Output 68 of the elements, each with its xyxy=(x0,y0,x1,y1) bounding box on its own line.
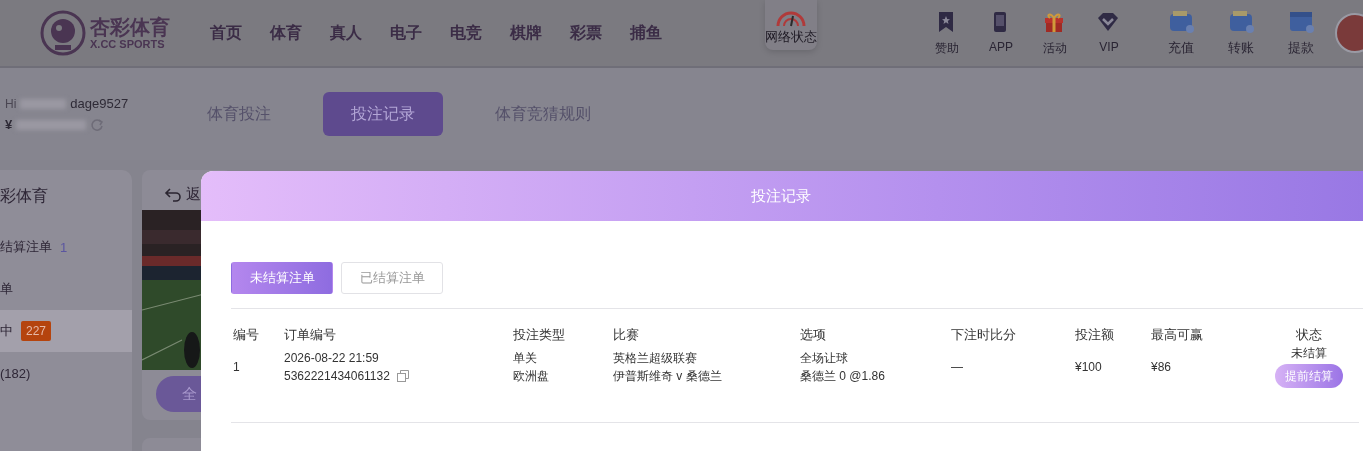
filter-tab[interactable]: 已结算注单 xyxy=(341,262,443,294)
table-cell-text: — xyxy=(951,360,964,374)
avatar-icon[interactable] xyxy=(1335,13,1363,53)
network-status-button[interactable]: 网络状态 xyxy=(765,0,817,50)
table-cell: 桑德兰 0 @1.86 xyxy=(800,369,885,383)
item-label: 单 xyxy=(0,280,13,298)
header-action[interactable]: 赞助 xyxy=(927,9,967,57)
column-header: 投注额 xyxy=(1074,326,1115,344)
nav-link[interactable]: 真人 xyxy=(330,22,362,44)
back-icon xyxy=(164,186,182,202)
wallet-icon xyxy=(1168,9,1194,33)
header-action[interactable]: 活动 xyxy=(1035,9,1075,57)
currency-symbol: ¥ xyxy=(5,117,13,132)
copy-icon xyxy=(395,369,410,383)
sidebar-item[interactable]: (182) xyxy=(0,352,132,394)
count-badge: 227 xyxy=(21,321,52,341)
table-cell-text: 2026-08-22 21:59 xyxy=(284,351,380,365)
column-header: 下注时比分 xyxy=(950,326,1017,344)
table-cell-text: 单关 xyxy=(513,351,538,365)
filter-tab[interactable]: 未结算注单 xyxy=(231,262,333,294)
item-label: 中 xyxy=(0,322,13,340)
column-header: 最高可赢 xyxy=(1150,326,1204,344)
nav-link[interactable]: 电竞 xyxy=(450,22,482,44)
table-cell-text: 英格兰超级联赛 xyxy=(613,351,698,365)
nav-link[interactable]: 捕鱼 xyxy=(630,22,662,44)
table-cell-text: ¥100 xyxy=(1075,360,1103,374)
column-header: 投注类型 xyxy=(512,326,566,344)
header-action[interactable]: 提款 xyxy=(1281,9,1321,57)
table-cell-text: ¥86 xyxy=(1151,360,1173,374)
item-label: (182) xyxy=(0,365,31,381)
greeting: Hi xyxy=(5,96,17,111)
logo-name: 杏彩体育 xyxy=(90,16,170,38)
refresh-icon xyxy=(90,117,105,132)
nav-link[interactable]: 彩票 xyxy=(570,22,602,44)
sidebar-item[interactable]: 单 xyxy=(0,268,132,310)
sidebar-item[interactable]: 中 227 xyxy=(0,310,132,352)
table-cell-text: 全场让球 xyxy=(800,351,849,365)
item-label: 结算注单 xyxy=(0,238,52,256)
nav-link[interactable]: 棋牌 xyxy=(510,22,542,44)
table-cell: 5362221434061132 xyxy=(284,369,390,383)
column-header: 编号 xyxy=(232,326,260,344)
dialog-title: 投注记录 xyxy=(751,186,811,206)
table-cell: 欧洲盘 xyxy=(513,369,549,383)
logo-icon xyxy=(40,10,86,56)
column-header: 选项 xyxy=(799,326,827,344)
nav-link[interactable]: 电子 xyxy=(390,22,422,44)
nav-link[interactable]: 体育 xyxy=(270,22,302,44)
back-link[interactable]: 返 xyxy=(142,170,232,210)
wallet-icon xyxy=(1288,9,1314,33)
sidebar-title: 彩体育 xyxy=(0,186,49,206)
column-header: 比赛 xyxy=(612,326,640,344)
tab[interactable]: 投注记录 xyxy=(323,92,443,136)
table-cell-text: 1 xyxy=(233,360,241,374)
header-action[interactable]: VIP xyxy=(1089,9,1129,57)
header-action[interactable]: APP xyxy=(981,9,1021,57)
username: dage9527 xyxy=(70,96,129,111)
item-count: 1 xyxy=(60,239,68,255)
cash-out-button[interactable]: 提前结算 xyxy=(1275,364,1343,388)
table-cell: 伊普斯维奇 v 桑德兰 xyxy=(613,369,722,383)
nav-link[interactable]: 首页 xyxy=(210,22,242,44)
header-action[interactable]: 转账 xyxy=(1221,9,1261,57)
status-text: 未结算 xyxy=(1291,346,1327,360)
logo-subtitle: X.CC SPORTS xyxy=(90,38,166,50)
sidebar-item[interactable]: 结算注单 1 xyxy=(0,226,132,268)
header-action[interactable]: 充值 xyxy=(1161,9,1201,57)
column-header: 订单编号 xyxy=(283,326,337,344)
column-header: 状态 xyxy=(1295,326,1323,344)
wallet-icon xyxy=(1228,9,1254,33)
